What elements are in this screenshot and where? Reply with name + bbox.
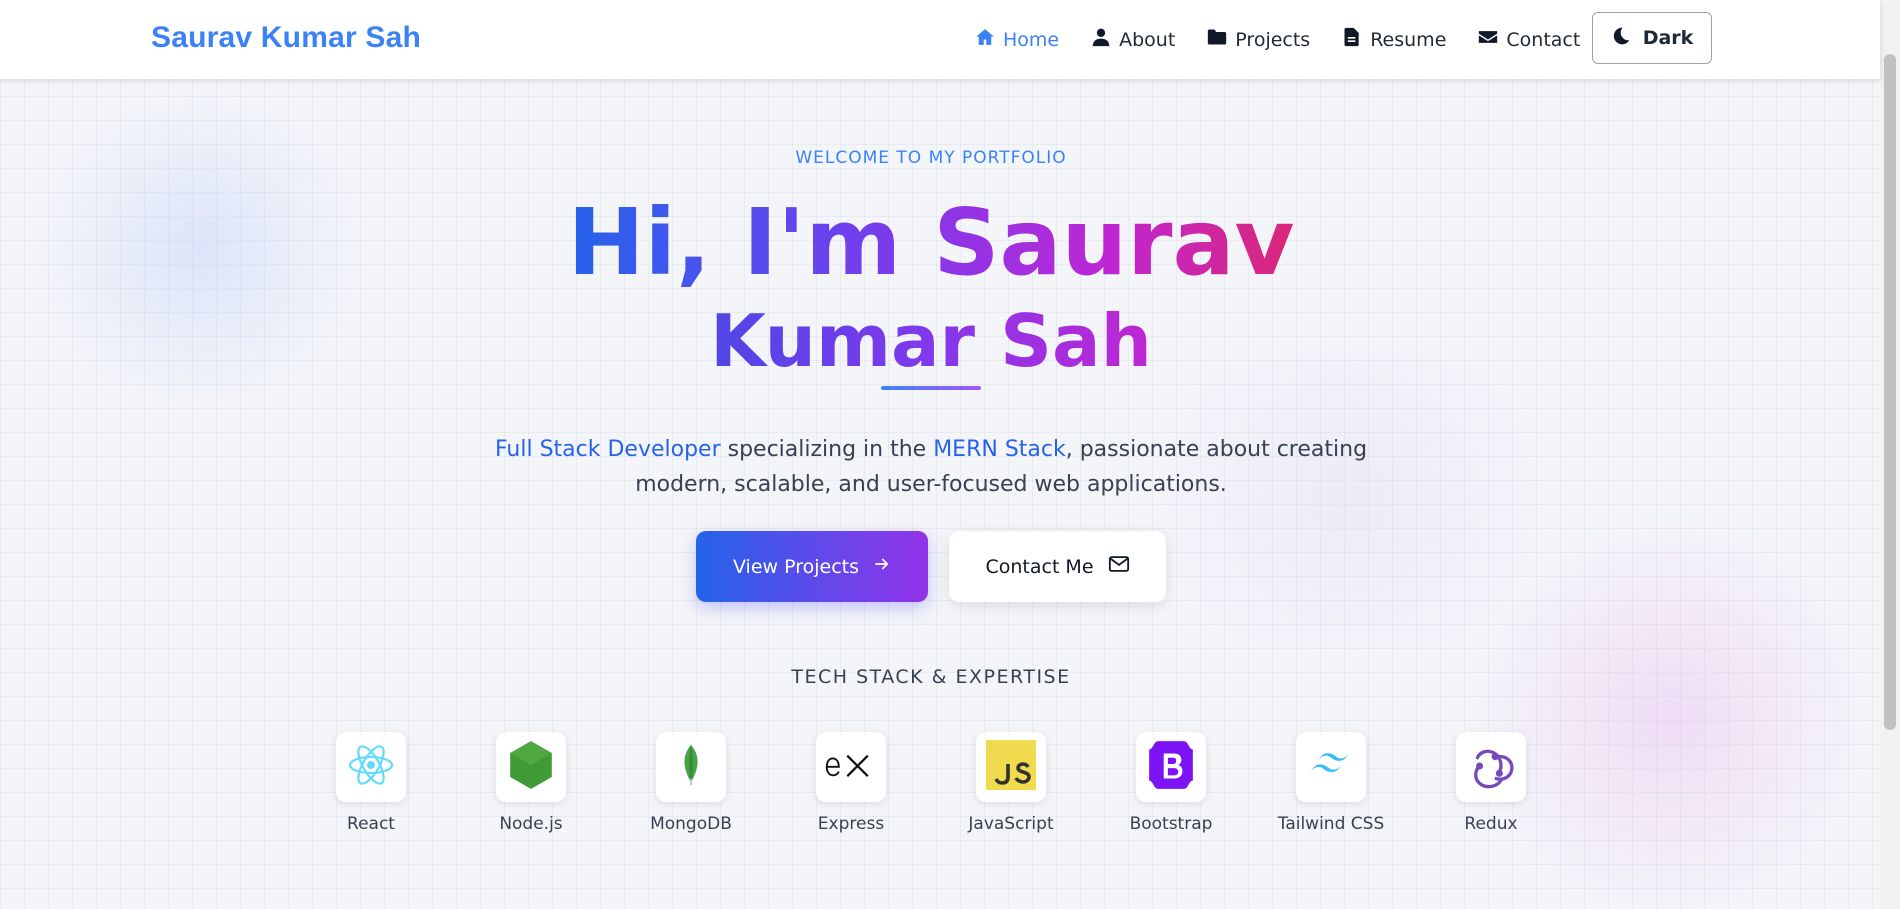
tech-stack-list: React Node.js MongoDB Express JavaScript… xyxy=(336,732,1526,834)
tech-icon-card xyxy=(1296,732,1366,802)
headline-line-1: Hi, I'm Saurav xyxy=(567,189,1295,296)
nav-item-label: Resume xyxy=(1370,28,1447,51)
mongodb-icon xyxy=(668,742,714,792)
tech-item-express[interactable]: Express xyxy=(816,732,886,834)
background-glow xyxy=(1460,520,1880,909)
tech-label: Redux xyxy=(1464,814,1518,834)
nav-item-projects[interactable]: Projects xyxy=(1207,27,1310,52)
redux-icon xyxy=(1465,739,1517,795)
react-icon xyxy=(346,740,396,794)
contact-me-label: Contact Me xyxy=(985,555,1094,578)
tech-item-redux[interactable]: Redux xyxy=(1456,732,1526,834)
tech-label: Tailwind CSS xyxy=(1277,814,1385,834)
tech-label: Express xyxy=(817,814,885,834)
envelope-icon xyxy=(1108,553,1130,580)
nav-item-label: Home xyxy=(1003,28,1060,51)
nav-links: Home About Projects Resume Contact xyxy=(975,0,1612,79)
nav-item-label: About xyxy=(1119,28,1176,51)
arrow-right-icon xyxy=(873,555,891,578)
theme-toggle-label: Dark xyxy=(1642,27,1694,49)
tech-item-javascript[interactable]: JavaScript xyxy=(968,732,1054,834)
tech-icon-card xyxy=(496,732,566,802)
tech-icon-card xyxy=(816,732,886,802)
tech-label: React xyxy=(347,814,395,834)
tech-label: Node.js xyxy=(499,814,563,834)
view-projects-label: View Projects xyxy=(732,555,860,578)
nav-item-label: Contact xyxy=(1506,28,1581,51)
hero-tagline: Full Stack Developer specializing in the… xyxy=(0,432,1862,502)
tech-icon-card xyxy=(976,732,1046,802)
nav-item-resume[interactable]: Resume xyxy=(1342,27,1446,52)
hero-headline: Hi, I'm Saurav Kumar Sah xyxy=(0,188,1862,384)
moon-icon xyxy=(1611,26,1631,51)
tech-item-mongodb[interactable]: MongoDB xyxy=(650,732,732,834)
nav-item-contact[interactable]: Contact xyxy=(1478,27,1580,52)
nodejs-icon xyxy=(505,739,557,795)
express-icon xyxy=(823,746,879,788)
folder-icon xyxy=(1207,27,1227,52)
tech-icon-card xyxy=(656,732,726,802)
file-icon xyxy=(1342,27,1362,52)
nav-item-home[interactable]: Home xyxy=(975,27,1059,52)
contact-me-button[interactable]: Contact Me xyxy=(949,531,1166,602)
theme-toggle-button[interactable]: Dark xyxy=(1592,12,1712,64)
home-icon xyxy=(975,27,995,52)
headline-underline xyxy=(881,386,981,390)
javascript-icon xyxy=(986,740,1036,794)
envelope-icon xyxy=(1478,27,1498,52)
navbar: Saurav Kumar Sah Home About Projects Res… xyxy=(0,0,1880,79)
tech-stack-title: TECH STACK & EXPERTISE xyxy=(791,666,1071,688)
tailwind-icon xyxy=(1303,746,1359,788)
headline-line-2: Kumar Sah xyxy=(710,299,1152,383)
tagline-highlight: Full Stack Developer xyxy=(494,437,721,462)
tagline-text: specializing in the xyxy=(720,437,934,462)
welcome-text: WELCOME TO MY PORTFOLIO xyxy=(795,148,1067,168)
tagline-highlight: MERN Stack xyxy=(933,437,1066,462)
scrollbar-thumb[interactable] xyxy=(1884,54,1896,730)
user-icon xyxy=(1091,27,1111,52)
tech-item-react[interactable]: React xyxy=(336,732,406,834)
nav-item-about[interactable]: About xyxy=(1091,27,1175,52)
tech-label: JavaScript xyxy=(968,814,1054,834)
tagline-text: , passionate about creating xyxy=(1065,437,1368,462)
tech-icon-card xyxy=(1456,732,1526,802)
nav-item-label: Projects xyxy=(1235,28,1311,51)
tech-item-bootstrap[interactable]: Bootstrap xyxy=(1130,732,1212,834)
view-projects-button[interactable]: View Projects xyxy=(696,531,928,602)
tech-item-nodejs[interactable]: Node.js xyxy=(496,732,566,834)
bootstrap-icon xyxy=(1145,739,1197,795)
tagline-text: modern, scalable, and user-focused web a… xyxy=(635,472,1227,497)
tech-item-tailwind[interactable]: Tailwind CSS xyxy=(1278,732,1384,834)
brand-logo[interactable]: Saurav Kumar Sah xyxy=(151,21,421,55)
tech-label: Bootstrap xyxy=(1129,814,1213,834)
vertical-scrollbar[interactable] xyxy=(1880,0,1900,909)
tech-label: MongoDB xyxy=(650,814,732,834)
tech-icon-card xyxy=(1136,732,1206,802)
tech-icon-card xyxy=(336,732,406,802)
